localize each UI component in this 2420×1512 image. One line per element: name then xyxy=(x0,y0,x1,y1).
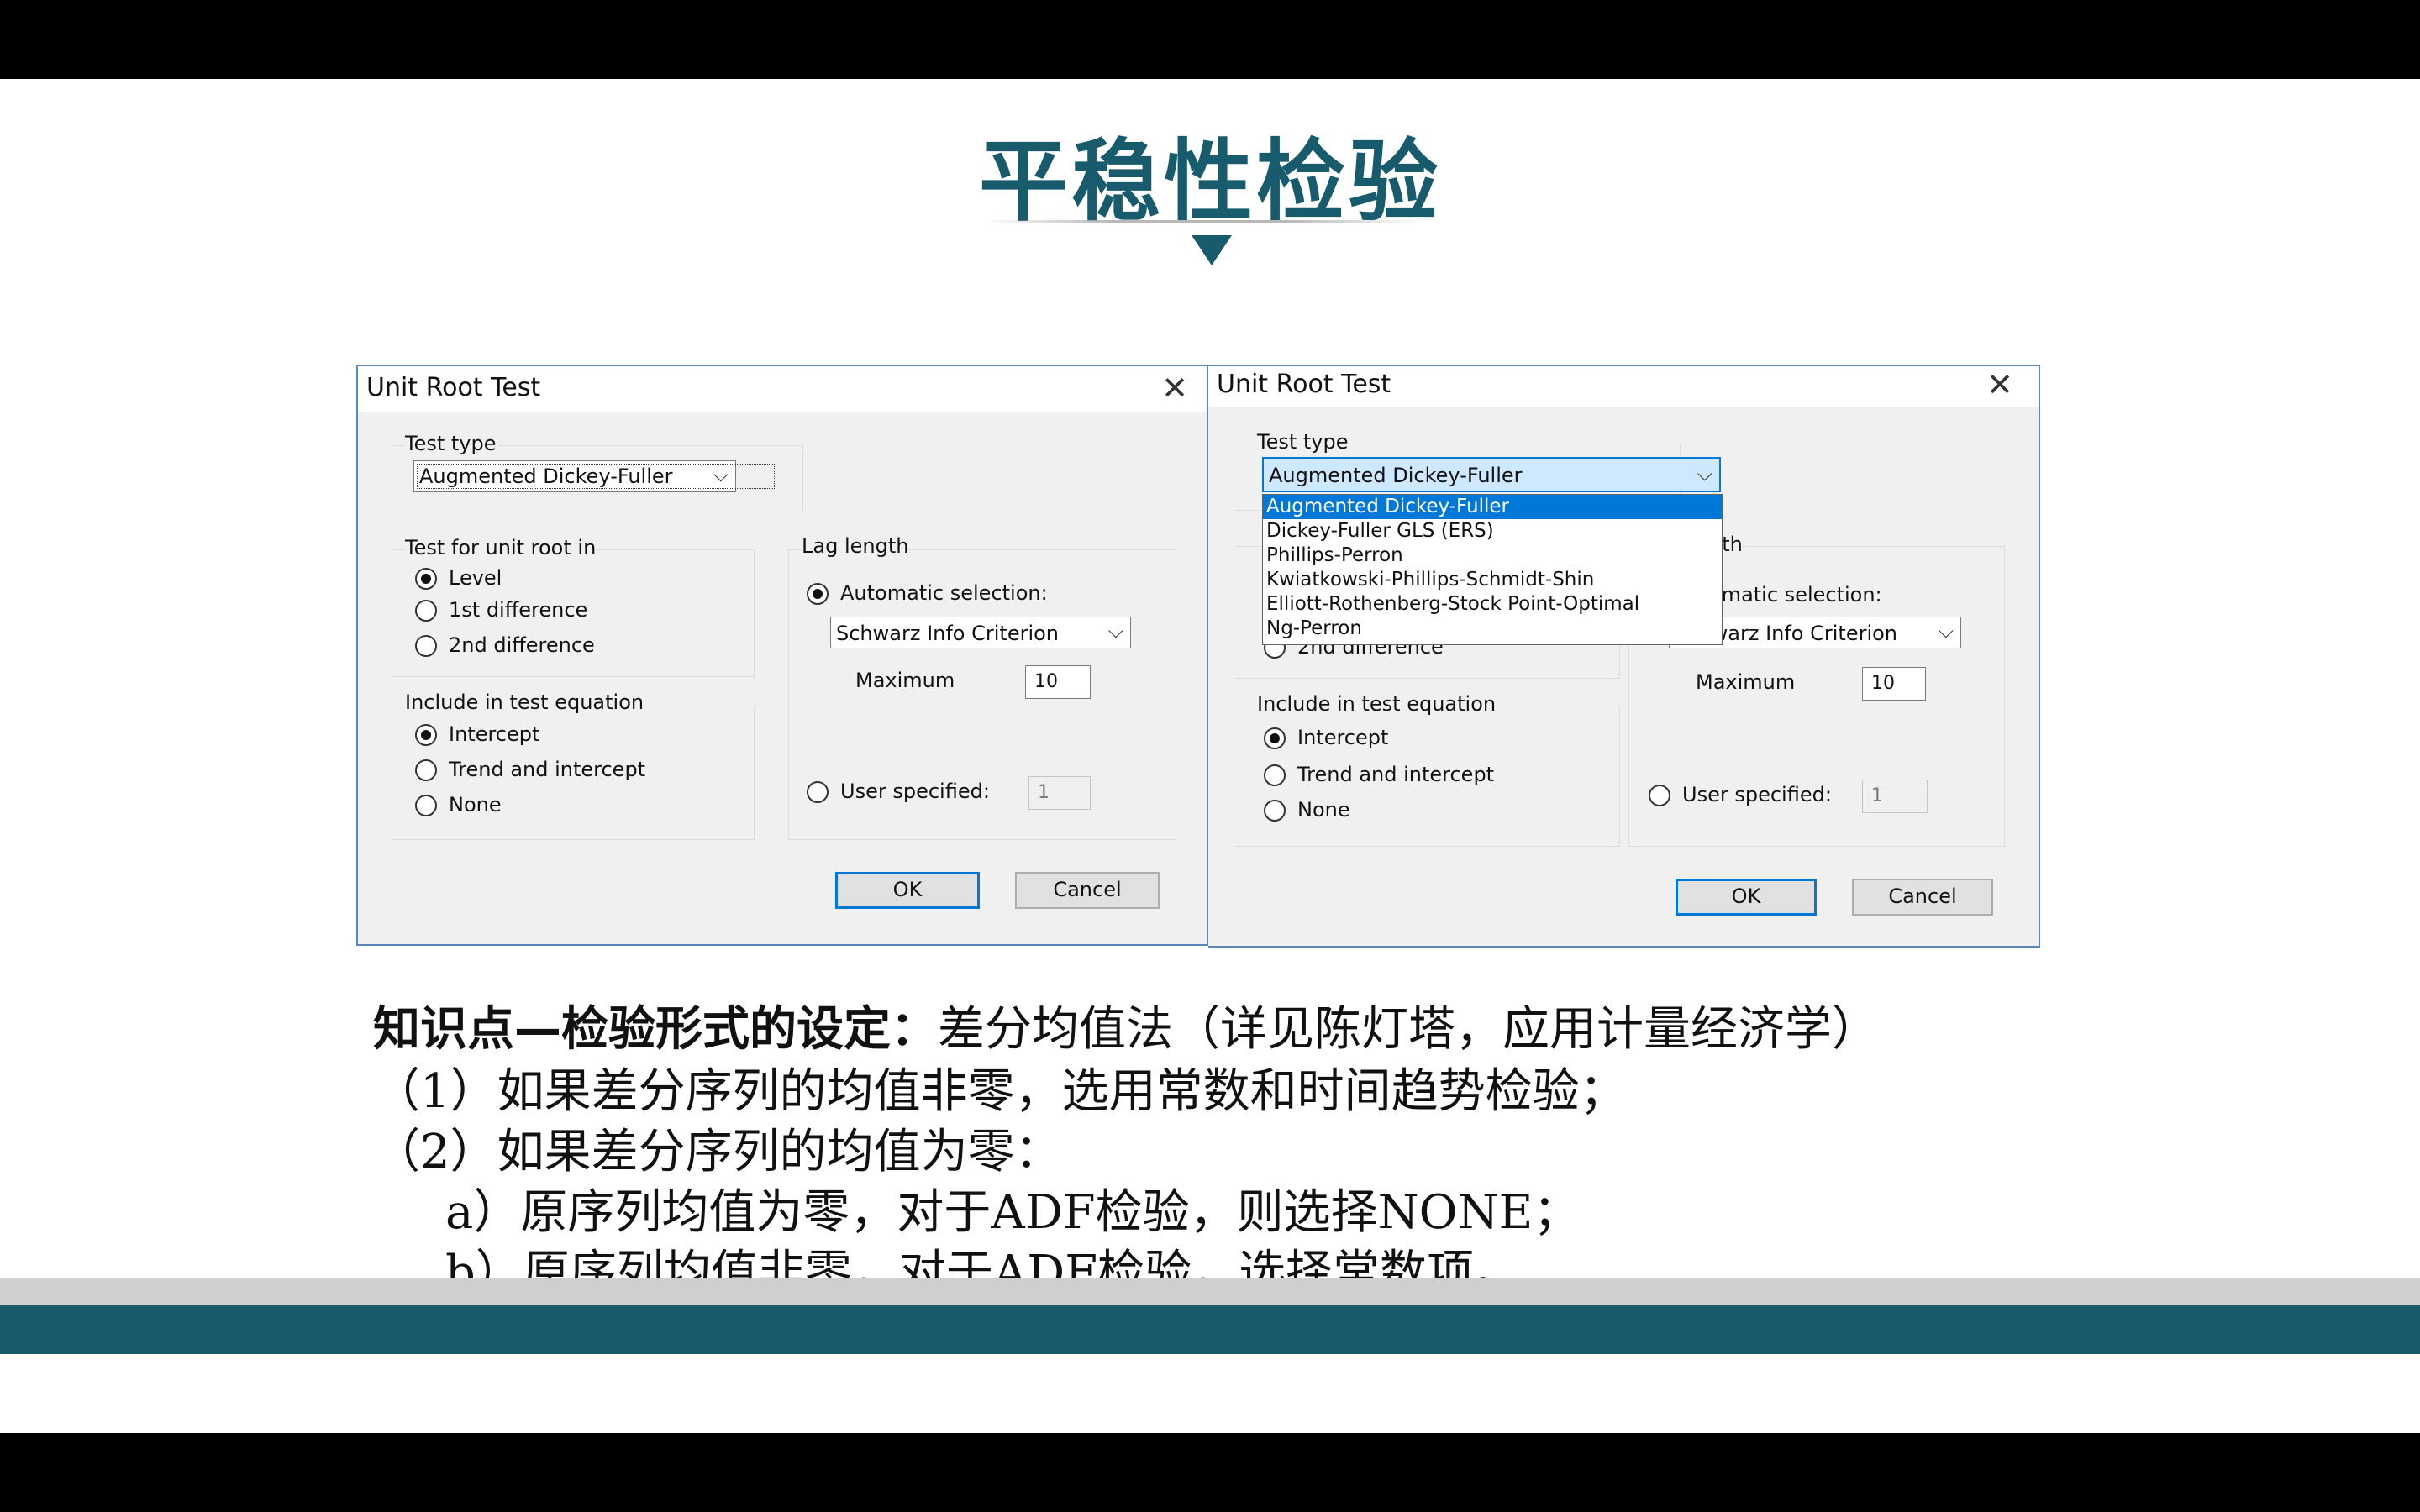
user-specified-label: User specified: xyxy=(840,780,990,803)
test-type-value: Augmented Dickey-Fuller xyxy=(1269,464,1523,487)
radio-indicator xyxy=(1264,764,1286,786)
radio-1st-difference-label: 1st difference xyxy=(449,598,588,622)
user-specified-input[interactable]: 1 xyxy=(1028,776,1091,810)
dialog-title: Unit Root Test xyxy=(1217,370,1392,399)
notes-heading: 知识点—检验形式的设定：差分均值法（详见陈灯塔，应用计量经济学） xyxy=(373,991,1879,1059)
dropdown-option[interactable]: Phillips-Perron xyxy=(1263,543,1722,568)
dialog-title: Unit Root Test xyxy=(366,373,541,402)
maximum-label: Maximum xyxy=(855,669,955,692)
radio-indicator xyxy=(1649,785,1670,806)
maximum-input[interactable]: 10 xyxy=(1862,667,1926,701)
dropdown-option[interactable]: Elliott-Rothenberg-Stock Point-Optimal xyxy=(1263,592,1722,617)
radio-indicator-selected xyxy=(1264,727,1286,749)
include-label: Include in test equation xyxy=(405,690,644,714)
automatic-selection-label: Automatic selection: xyxy=(840,581,1048,605)
maximum-label: Maximum xyxy=(1696,670,1796,694)
radio-indicator xyxy=(415,600,437,622)
cancel-button[interactable]: Cancel xyxy=(1015,872,1160,909)
ok-button[interactable]: OK xyxy=(1676,879,1817,916)
test-type-label: Test type xyxy=(405,432,497,455)
chevron-down-icon: ⌵ xyxy=(1697,462,1712,486)
radio-indicator xyxy=(415,759,437,781)
user-specified-label: User specified: xyxy=(1682,783,1832,806)
maximum-input[interactable]: 10 xyxy=(1025,665,1091,699)
notes-line-1: （1）如果差分序列的均值非零，选用常数和时间趋势检验； xyxy=(373,1064,1627,1119)
radio-indicator xyxy=(1264,800,1286,822)
dropdown-option[interactable]: Augmented Dickey-Fuller xyxy=(1263,495,1722,519)
radio-trend-intercept-label: Trend and intercept xyxy=(1297,763,1495,786)
criterion-select[interactable]: Schwarz Info Criterion ⌵ xyxy=(830,617,1131,648)
radio-level-label: Level xyxy=(449,566,502,590)
notes-heading-bold: 知识点—检验形式的设定： xyxy=(373,1002,938,1057)
user-specified-input[interactable]: 1 xyxy=(1862,780,1928,813)
test-type-select[interactable]: Augmented Dickey-Fuller ⌵ xyxy=(1262,457,1721,492)
close-icon[interactable]: ✕ xyxy=(1161,370,1188,407)
slide-title: 平稳性检验 xyxy=(979,130,1441,234)
radio-indicator xyxy=(415,795,437,816)
ok-button[interactable]: OK xyxy=(835,872,980,909)
criterion-value: Schwarz Info Criterion xyxy=(836,622,1060,645)
radio-indicator-selected xyxy=(415,568,437,590)
test-type-label: Test type xyxy=(1257,430,1349,454)
test-type-dropdown-list: Augmented Dickey-Fuller Dickey-Fuller GL… xyxy=(1262,494,1723,645)
notes-line-3: a）原序列均值为零，对于ADF检验，则选择NONE； xyxy=(445,1185,1581,1240)
notes-heading-rest: 差分均值法（详见陈灯塔，应用计量经济学） xyxy=(938,1002,1879,1057)
radio-trend-intercept-label: Trend and intercept xyxy=(449,758,646,781)
down-triangle-icon xyxy=(1192,235,1232,265)
chevron-down-icon: ⌵ xyxy=(1938,619,1954,643)
dropdown-option[interactable]: Ng-Perron xyxy=(1263,617,1722,641)
notes-line-2: （2）如果差分序列的均值为零： xyxy=(373,1125,1062,1179)
unit-root-dialog-left: Unit Root Test ✕ Test type Augmented Dic… xyxy=(356,365,1208,946)
radio-intercept-label: Intercept xyxy=(449,722,540,746)
radio-intercept-label: Intercept xyxy=(1297,726,1389,749)
title-underline xyxy=(983,220,1420,223)
include-label: Include in test equation xyxy=(1257,692,1497,716)
chevron-down-icon: ⌵ xyxy=(713,463,729,486)
footer-band-grey xyxy=(0,1278,2420,1305)
unit-root-dialog-right: Unit Root Test ✕ Test type Augmented Dic… xyxy=(1208,365,2040,948)
dialog-titlebar[interactable]: Unit Root Test ✕ xyxy=(358,366,1207,412)
footer-band-teal xyxy=(0,1305,2420,1354)
radio-indicator-selected xyxy=(807,583,829,605)
radio-indicator xyxy=(415,635,437,657)
dropdown-option[interactable]: Kwiatkowski-Phillips-Schmidt-Shin xyxy=(1263,568,1722,592)
unit-root-label: Test for unit root in xyxy=(405,536,597,559)
dialog-titlebar[interactable]: Unit Root Test ✕ xyxy=(1208,366,2039,407)
radio-none-label: None xyxy=(1297,798,1350,822)
chevron-down-icon: ⌵ xyxy=(1107,619,1123,643)
radio-indicator-selected xyxy=(415,724,437,746)
lag-length-label: Lag length xyxy=(802,534,909,558)
radio-2nd-difference-label: 2nd difference xyxy=(449,633,595,657)
radio-none-label: None xyxy=(449,793,502,816)
dropdown-option[interactable]: Dickey-Fuller GLS (ERS) xyxy=(1263,519,1722,543)
cancel-button[interactable]: Cancel xyxy=(1852,879,1993,916)
radio-indicator xyxy=(807,781,829,803)
test-type-select[interactable]: Augmented Dickey-Fuller ⌵ xyxy=(413,460,775,492)
close-icon[interactable]: ✕ xyxy=(1986,366,2013,403)
automatic-selection-label: omatic selection: xyxy=(1709,583,1882,606)
